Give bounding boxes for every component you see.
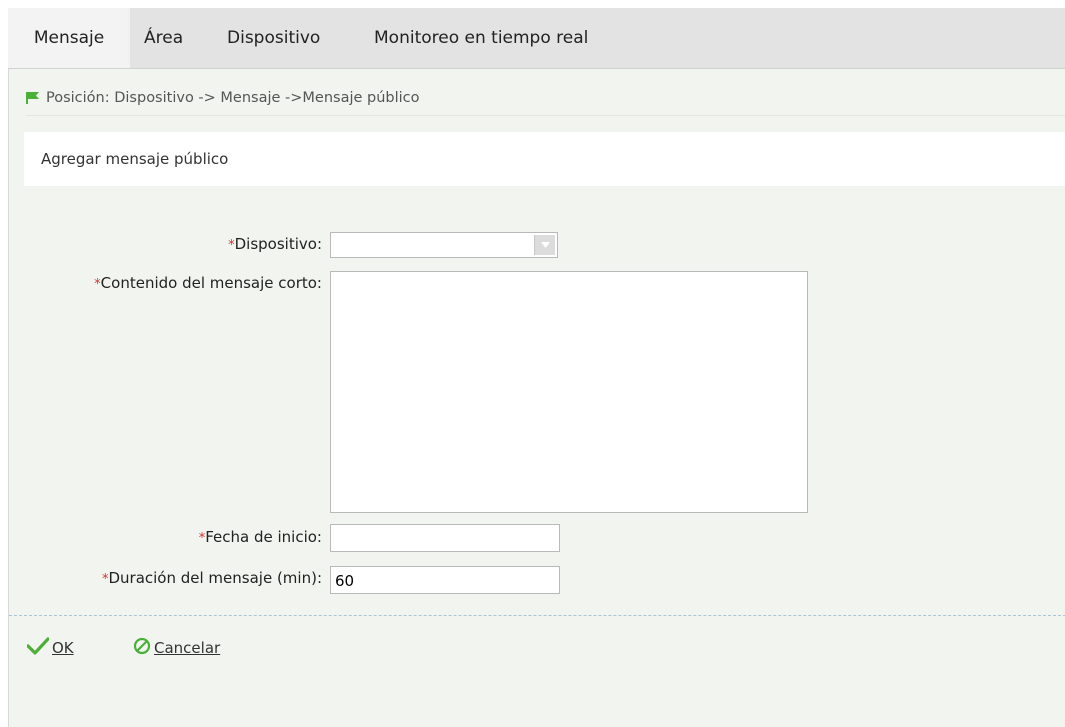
tab-monitoreo[interactable]: Monitoreo en tiempo real xyxy=(374,8,588,68)
device-select[interactable] xyxy=(330,232,558,258)
panel-title: Agregar mensaje público xyxy=(41,150,229,168)
tab-mensaje[interactable]: Mensaje xyxy=(8,8,130,68)
device-label-text: Dispositivo: xyxy=(234,235,322,253)
cancel-icon xyxy=(133,637,151,659)
duration-label: *Duración del mensaje (min): xyxy=(102,569,322,587)
tab-area[interactable]: Área xyxy=(144,8,183,68)
chevron-down-icon[interactable] xyxy=(534,235,555,255)
device-label: *Dispositivo: xyxy=(228,235,322,253)
cancel-label: Cancelar xyxy=(154,639,221,657)
duration-input[interactable] xyxy=(330,566,560,594)
breadcrumb: Posición: Dispositivo -> Mensaje ->Mensa… xyxy=(26,90,420,106)
content-label-text: Contenido del mensaje corto: xyxy=(100,274,322,292)
message-content-textarea[interactable] xyxy=(330,271,808,513)
check-icon xyxy=(26,637,50,659)
actions-divider xyxy=(9,615,1065,616)
ok-button[interactable]: OK xyxy=(26,637,74,659)
duration-label-text: Duración del mensaje (min): xyxy=(108,569,322,587)
start-date-label: *Fecha de inicio: xyxy=(199,528,322,546)
panel-header: Agregar mensaje público xyxy=(24,132,1065,186)
ok-label: OK xyxy=(52,639,74,657)
cancel-button[interactable]: Cancelar xyxy=(133,637,220,659)
breadcrumb-divider xyxy=(26,115,1065,116)
flag-icon xyxy=(26,92,40,104)
breadcrumb-text: Posición: Dispositivo -> Mensaje ->Mensa… xyxy=(46,90,420,106)
content-label: *Contenido del mensaje corto: xyxy=(94,274,322,292)
tab-dispositivo[interactable]: Dispositivo xyxy=(227,8,320,68)
top-menu: Mensaje Área Dispositivo Monitoreo en ti… xyxy=(8,8,1065,69)
start-date-label-text: Fecha de inicio: xyxy=(205,528,322,546)
content-area: Posición: Dispositivo -> Mensaje ->Mensa… xyxy=(8,69,1065,727)
start-date-input[interactable] xyxy=(330,524,560,552)
